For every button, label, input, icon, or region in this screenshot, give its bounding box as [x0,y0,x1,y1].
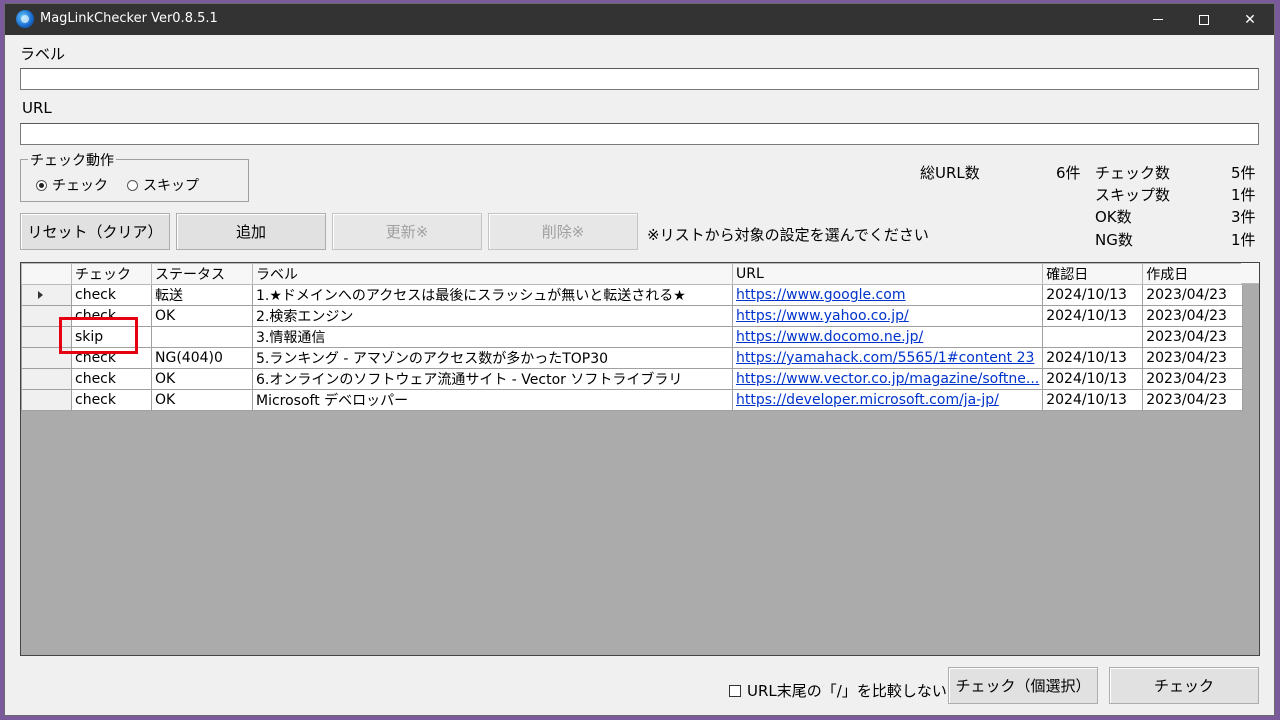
skip-count-label: スキップ数 [1095,186,1171,204]
cell-label: 3.情報通信 [252,326,733,348]
ng-count-label: NG数 [1095,231,1133,249]
check-count-label: チェック数 [1095,164,1171,182]
check-action-title: チェック動作 [28,150,116,170]
cell-check: check [71,368,152,390]
cell-status: OK [151,389,253,411]
title-bar[interactable]: MagLinkChecker Ver0.8.5.1 ✕ [5,4,1274,35]
column-header-created[interactable]: 作成日 [1142,263,1244,285]
row-header[interactable] [21,389,72,411]
cell-label: 2.検索エンジン [252,305,733,327]
cell-created: 2023/04/23 [1142,305,1244,327]
cell-created: 2023/04/23 [1142,347,1244,369]
url-caption: URL [22,99,52,117]
table-row[interactable]: check NG(404)0 5.ランキング - アマゾンのアクセス数が多かったTO… [21,347,1244,369]
window-title: MagLinkChecker Ver0.8.5.1 [40,11,218,26]
minimize-icon [1153,19,1163,20]
delete-button[interactable]: 削除※ [488,213,638,250]
cell-confirmed [1042,326,1144,348]
column-header-label[interactable]: ラベル [252,263,733,285]
ok-count-label: OK数 [1095,208,1132,226]
maximize-button[interactable] [1181,4,1227,35]
cell-check: check [71,389,152,411]
cell-url[interactable]: https://www.vector.co.jp/magazine/softne… [731,368,1044,390]
table-header-row: チェック ステータス ラベル URL 確認日 作成日 [21,263,1244,285]
cell-confirmed: 2024/10/13 [1042,389,1144,411]
url-list-grid[interactable]: チェック ステータス ラベル URL 確認日 作成日 check 転送 1.★ドメイ… [20,262,1260,656]
cell-status: NG(404)0 [151,347,253,369]
table-row[interactable]: check 転送 1.★ドメインへのアクセスは最後にスラッシュが無いと転送される★ h… [21,284,1244,306]
table-row[interactable]: skip 3.情報通信 https://www.docomo.ne.jp/2023/… [21,326,1244,348]
radio-skip-label: スキップ [143,178,199,194]
cell-confirmed: 2024/10/13 [1042,368,1144,390]
label-input[interactable] [20,68,1259,90]
total-url-value: 6件 [1056,164,1081,182]
cell-confirmed: 2024/10/13 [1042,347,1144,369]
app-window: MagLinkChecker Ver0.8.5.1 ✕ ラベル URL チェック… [4,3,1275,716]
total-url-label: 総URL数 [920,164,980,182]
check-button[interactable]: チェック [1109,667,1259,704]
cell-label: Microsoft デベロッパー [252,389,733,411]
app-logo-icon [16,10,34,28]
cell-confirmed: 2024/10/13 [1042,305,1144,327]
cell-status: OK [151,368,253,390]
current-row-arrow-icon [38,291,43,299]
checkbox-icon [729,684,741,697]
cell-status: 転送 [151,284,253,306]
url-table: チェック ステータス ラベル URL 確認日 作成日 check 転送 1.★ドメイ… [21,263,1244,411]
cell-url[interactable]: https://www.docomo.ne.jp/ [731,326,1044,348]
ok-count-value: 3件 [1231,208,1256,226]
cell-created: 2023/04/23 [1142,326,1244,348]
cell-url[interactable]: https://www.google.com [731,284,1044,306]
cell-status: OK [151,305,253,327]
reset-button[interactable]: リセット（クリア） [20,213,170,250]
radio-check-label: チェック [52,178,108,194]
highlight-box [59,317,138,354]
update-button[interactable]: 更新※ [332,213,482,250]
minimize-button[interactable] [1135,4,1181,35]
check-selected-button[interactable]: チェック（個選択） [948,667,1098,704]
maximize-icon [1199,14,1209,25]
add-button[interactable]: 追加 [176,213,326,250]
url-input[interactable] [20,123,1259,145]
ignore-trailing-slash-option[interactable]: URL末尾の「/」を比較しない [729,680,947,701]
table-row[interactable]: check OK 2.検索エンジン https://www.yahoo.co.jp/2… [21,305,1244,327]
check-action-group: チェック動作 チェック スキップ [20,150,249,202]
table-row[interactable]: check OK Microsoft デベロッパー https://developer… [21,389,1244,411]
column-header-confirmed[interactable]: 確認日 [1042,263,1144,285]
radio-check[interactable]: チェック [36,175,108,195]
table-row[interactable]: check OK 6.オンラインのソフトウェア流通サイト - Vector ソフトラ… [21,368,1244,390]
cell-created: 2023/04/23 [1142,368,1244,390]
cell-url[interactable]: https://developer.microsoft.com/ja-jp/ [731,389,1044,411]
cell-confirmed: 2024/10/13 [1042,284,1144,306]
check-count-value: 5件 [1231,164,1256,182]
label-caption: ラベル [20,45,66,63]
close-icon: ✕ [1244,11,1256,28]
cell-url[interactable]: https://yamahack.com/5565/1#content 23 [731,347,1044,369]
cell-created: 2023/04/23 [1142,284,1244,306]
cell-label: 5.ランキング - アマゾンのアクセス数が多かったTOP30 [252,347,733,369]
column-header-check[interactable]: チェック [71,263,152,285]
cell-url[interactable]: https://www.yahoo.co.jp/ [731,305,1044,327]
radio-unchecked-icon [127,179,138,191]
row-header[interactable] [21,284,72,306]
cell-label: 1.★ドメインへのアクセスは最後にスラッシュが無いと転送される★ [252,284,733,306]
row-header[interactable] [21,368,72,390]
skip-count-value: 1件 [1231,186,1256,204]
cell-label: 6.オンラインのソフトウェア流通サイト - Vector ソフトライブラリ [252,368,733,390]
cell-check: check [71,284,152,306]
grid-header-filler [1241,263,1259,284]
selection-hint: ※リストから対象の設定を選んでください [647,226,929,244]
cell-created: 2023/04/23 [1142,389,1244,411]
ignore-trailing-slash-label: URL末尾の「/」を比較しない [747,682,947,700]
column-header-status[interactable]: ステータス [151,263,253,285]
radio-checked-icon [36,179,47,191]
radio-skip[interactable]: スキップ [127,175,199,195]
cell-status [151,326,253,348]
row-header-corner [21,263,72,285]
ng-count-value: 1件 [1231,231,1256,249]
close-button[interactable]: ✕ [1227,4,1273,35]
column-header-url[interactable]: URL [731,263,1044,285]
